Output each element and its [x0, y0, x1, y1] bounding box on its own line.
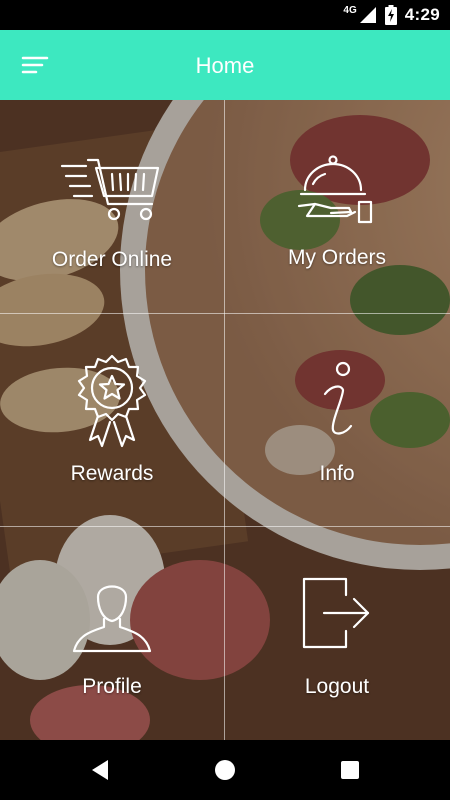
user-profile-icon	[72, 585, 152, 653]
battery-charging-icon	[384, 5, 397, 25]
status-bar: 4G 4:29	[0, 0, 450, 30]
order-online-tile[interactable]: Order Online	[0, 100, 224, 313]
back-triangle-icon	[92, 760, 108, 780]
network-type-label: 4G	[343, 4, 357, 16]
page-title: Home	[195, 53, 255, 78]
app-bar: Home	[0, 30, 450, 100]
shopping-cart-icon	[60, 158, 160, 221]
rewards-label: Rewards	[70, 462, 154, 485]
signal-icon	[359, 7, 376, 23]
info-tile[interactable]: Info	[225, 314, 449, 527]
home-menu-grid: Order Online My Orders Rewards Info Prof…	[0, 100, 450, 740]
rewards-tile[interactable]: Rewards	[0, 314, 224, 527]
profile-label: Profile	[82, 675, 142, 698]
logout-label: Logout	[304, 675, 370, 698]
logout-icon	[302, 577, 370, 649]
order-online-label: Order Online	[51, 248, 173, 271]
logout-tile[interactable]: Logout	[225, 527, 449, 740]
recents-square-icon	[341, 761, 359, 779]
my-orders-label: My Orders	[287, 246, 386, 269]
status-icons: 4G 4:29	[343, 0, 440, 30]
recents-button[interactable]	[338, 758, 362, 782]
back-button[interactable]	[88, 758, 112, 782]
my-orders-tile[interactable]: My Orders	[225, 100, 449, 313]
home-button[interactable]	[213, 758, 237, 782]
home-circle-icon	[215, 760, 235, 780]
info-label: Info	[319, 462, 355, 485]
system-nav-bar	[0, 740, 450, 800]
profile-tile[interactable]: Profile	[0, 527, 224, 740]
info-icon	[323, 361, 353, 435]
award-badge-icon	[77, 354, 147, 448]
clock: 4:29	[404, 5, 440, 24]
serving-cloche-icon	[297, 155, 373, 224]
